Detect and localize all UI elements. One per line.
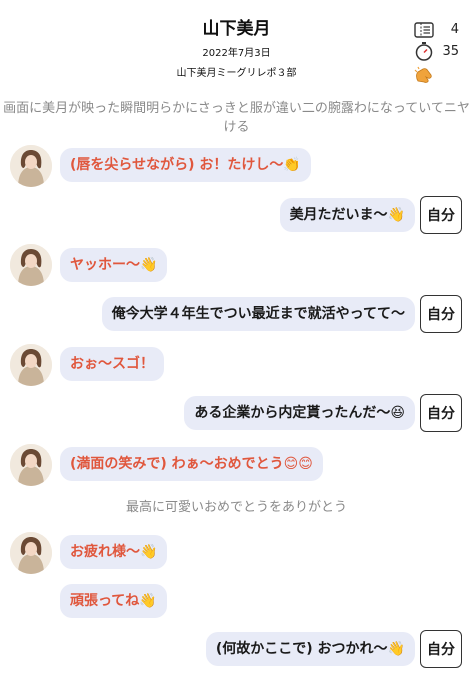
avatar bbox=[10, 344, 52, 386]
chat-message: (唇を尖らせながら) お！たけし〜👏 bbox=[60, 148, 311, 182]
chat-reply: 美月ただいま〜👋 bbox=[279, 198, 415, 232]
avatar bbox=[10, 244, 52, 286]
ticket-icon bbox=[414, 22, 434, 38]
self-label-button[interactable]: 自分 bbox=[420, 196, 462, 234]
page-title: 山下美月 bbox=[202, 19, 271, 39]
self-label-button[interactable]: 自分 bbox=[420, 295, 462, 333]
narration-text: 最高に可愛いおめでとうをありがとう bbox=[125, 500, 347, 515]
chat-message: お疲れ様〜👋 bbox=[60, 535, 168, 569]
waving-hand-icon bbox=[414, 66, 432, 83]
event-subtitle: 山下美月ミーグリレポ３部 bbox=[176, 68, 297, 79]
narration-text: 画面に美月が映った瞬間明らかにさっきと服が違い二の腕露わになっていてニヤける bbox=[3, 101, 470, 135]
chat-message: 頑張ってね👋 bbox=[60, 584, 167, 618]
avatar bbox=[10, 444, 52, 486]
self-label-button[interactable]: 自分 bbox=[420, 630, 462, 668]
event-date: 2022年7月3日 bbox=[202, 48, 271, 59]
avatar-photo bbox=[10, 532, 52, 574]
avatar-photo bbox=[10, 145, 52, 187]
header: 山下美月 2022年7月3日 山下美月ミーグリレポ３部 4 35 bbox=[0, 0, 473, 90]
avatar-photo bbox=[10, 244, 52, 286]
minutes-count: 35 bbox=[442, 44, 459, 59]
ticket-count: 4 bbox=[450, 22, 459, 37]
chat-message: (満面の笑みで) わぁ〜おめでとう😊😊 bbox=[60, 447, 323, 481]
avatar bbox=[10, 532, 52, 574]
chat-reply: ある企業から内定貰ったんだ〜😆 bbox=[184, 396, 415, 430]
avatar bbox=[10, 145, 52, 187]
avatar-photo bbox=[10, 344, 52, 386]
chat-message: おぉ〜スゴ！ bbox=[60, 347, 164, 381]
self-label-button[interactable]: 自分 bbox=[420, 394, 462, 432]
chat-message: ヤッホー〜👋 bbox=[60, 248, 168, 282]
chat-reply: 俺今大学４年生でつい最近まで就活やってて〜 bbox=[101, 297, 415, 331]
avatar-photo bbox=[10, 444, 52, 486]
stopwatch-icon bbox=[415, 42, 433, 61]
chat-reply: (何故かここで) おつかれ〜👋 bbox=[205, 632, 415, 666]
